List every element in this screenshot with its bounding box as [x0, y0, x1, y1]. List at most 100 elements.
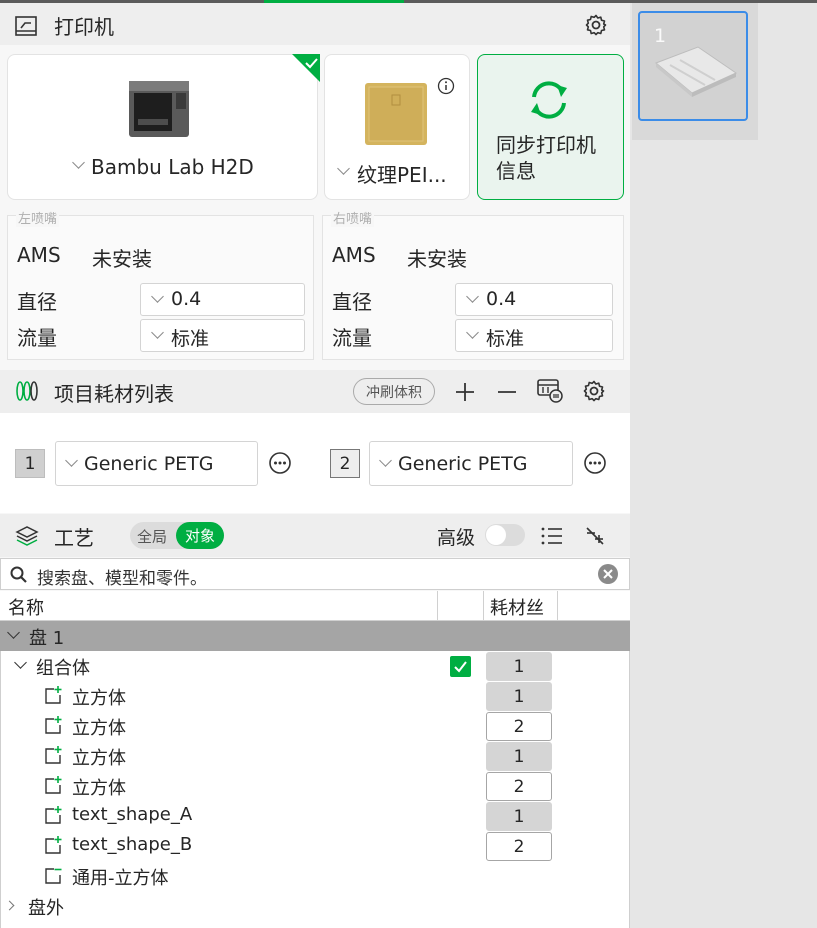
part-filament-cell[interactable]: 2: [486, 772, 552, 801]
tree-part-row[interactable]: 立方体 1: [0, 741, 630, 771]
tree-part-row[interactable]: 立方体 2: [0, 711, 630, 741]
filament-2-color-swatch[interactable]: 2: [330, 449, 360, 478]
visible-checkbox-icon[interactable]: [450, 656, 471, 677]
chevron-down-icon: [466, 290, 479, 303]
printer-section-title: 打印机: [54, 15, 114, 39]
right-nozzle-group: 右喷嘴 AMS 未安装 直径 0.4 流量 标准: [322, 208, 624, 360]
filament-2-select[interactable]: Generic PETG: [369, 441, 573, 486]
filament-1-name: Generic PETG: [84, 453, 214, 475]
chevron-down-icon: [466, 326, 479, 339]
plate-preview-icon: [655, 46, 738, 97]
chevron-down-icon: [151, 290, 164, 303]
left-flow-select[interactable]: 标准: [140, 319, 305, 352]
left-flow-value: 标准: [171, 328, 210, 350]
chevron-right-icon[interactable]: [4, 900, 15, 911]
process-section-header: 工艺 全局 对象 高级: [0, 514, 630, 557]
process-section-title: 工艺: [54, 526, 94, 550]
global-object-toggle[interactable]: 全局 对象: [130, 522, 224, 549]
chevron-down-icon: [65, 454, 78, 467]
filament-1-select[interactable]: Generic PETG: [55, 441, 258, 486]
printer-card[interactable]: Bambu Lab H2D: [7, 54, 320, 200]
remove-filament-minus-icon[interactable]: [496, 381, 518, 403]
compare-settings-icon[interactable]: [583, 524, 607, 548]
printer-dropdown-chevron-icon: [72, 156, 85, 169]
filament-index: 2: [513, 776, 525, 797]
right-nozzle-title: 右喷嘴: [331, 208, 375, 227]
chevron-down-icon[interactable]: [7, 626, 20, 639]
sync-icon: [531, 81, 567, 119]
clear-search-icon[interactable]: [597, 563, 619, 585]
search-icon: [10, 566, 27, 583]
filament-index: 2: [513, 716, 525, 737]
toggle-global-option[interactable]: 全局: [137, 526, 167, 547]
left-diameter-select[interactable]: 0.4: [140, 283, 305, 316]
filament-settings-gear-icon[interactable]: [582, 379, 606, 403]
toggle-object-option[interactable]: 对象: [176, 522, 224, 549]
tree-plate-row[interactable]: 盘 1: [0, 621, 630, 651]
right-flow-select[interactable]: 标准: [455, 319, 613, 352]
tree-modifier-row[interactable]: 通用-立方体: [0, 861, 630, 891]
printer-icon: [15, 16, 37, 36]
assembly-name: 组合体: [36, 658, 90, 679]
part-filament-cell[interactable]: 2: [486, 832, 552, 861]
filament-index: 1: [513, 656, 525, 677]
advanced-switch[interactable]: [485, 524, 525, 546]
part-add-icon: [45, 836, 62, 854]
filament-2-index: 2: [339, 453, 351, 474]
part-filament-cell[interactable]: 1: [486, 742, 552, 771]
right-ams-label: AMS: [332, 243, 376, 267]
left-diameter-label: 直径: [17, 290, 57, 314]
right-flow-value: 标准: [486, 328, 525, 350]
sync-printer-info-button[interactable]: 同步打印机 信息: [477, 54, 624, 200]
left-nozzle-title: 左喷嘴: [16, 208, 60, 227]
part-add-icon: [45, 686, 62, 704]
plate-thumbnail[interactable]: 1: [638, 11, 748, 121]
filament-1-more-icon[interactable]: [268, 451, 292, 475]
assembly-filament-cell[interactable]: 1: [486, 652, 552, 681]
right-diameter-label: 直径: [332, 290, 372, 314]
add-filament-plus-icon[interactable]: [454, 381, 476, 403]
tree-part-row[interactable]: text_shape_A 1: [0, 801, 630, 831]
list-view-icon[interactable]: [540, 525, 564, 547]
chevron-down-icon[interactable]: [14, 656, 27, 669]
plate-type-name: 纹理PEI...: [357, 163, 447, 187]
right-diameter-value: 0.4: [486, 288, 517, 310]
tree-assembly-row[interactable]: 组合体 1: [0, 651, 630, 681]
part-filament-cell[interactable]: 2: [486, 712, 552, 741]
plate-name: 盘 1: [29, 628, 65, 649]
column-divider: [483, 591, 484, 621]
filament-section-title: 项目耗材列表: [54, 382, 174, 406]
filament-index: 1: [513, 686, 525, 707]
printer-settings-gear-icon[interactable]: [584, 13, 608, 37]
part-add-icon: [45, 716, 62, 734]
tree-part-row[interactable]: 立方体 2: [0, 771, 630, 801]
plate-info-icon[interactable]: [437, 77, 455, 95]
column-divider: [437, 591, 438, 621]
part-filament-cell[interactable]: 1: [486, 802, 552, 831]
part-filament-cell[interactable]: 1: [486, 682, 552, 711]
object-search-box[interactable]: 搜索盘、模型和零件。: [0, 558, 630, 590]
filament-2-more-icon[interactable]: [583, 451, 607, 475]
ams-sync-icon[interactable]: [536, 378, 564, 404]
plate-image: [365, 83, 427, 145]
filament-1-index: 1: [24, 453, 36, 474]
part-add-icon: [45, 806, 62, 824]
filament-spool-icon: [16, 381, 38, 401]
part-name: 立方体: [72, 748, 126, 769]
filament-1-color-swatch[interactable]: 1: [15, 449, 45, 478]
tree-outside-plate-row[interactable]: 盘外: [0, 891, 630, 921]
part-add-icon: [45, 746, 62, 764]
sync-button-label-line1: 同步打印机: [496, 133, 596, 157]
filament-index: 1: [513, 806, 525, 827]
column-name-header[interactable]: 名称: [8, 594, 44, 620]
plate-type-card[interactable]: 纹理PEI...: [324, 54, 470, 200]
tree-part-row[interactable]: 立方体 1: [0, 681, 630, 711]
part-name: 立方体: [72, 778, 126, 799]
switch-knob: [486, 525, 506, 545]
column-filament-header[interactable]: 耗材丝: [490, 594, 544, 620]
flush-volume-button[interactable]: 冲刷体积: [353, 378, 435, 405]
right-diameter-select[interactable]: 0.4: [455, 283, 613, 316]
tree-part-row[interactable]: text_shape_B 2: [0, 831, 630, 861]
modifier-name: 通用-立方体: [72, 868, 169, 889]
tree-header: 名称 耗材丝: [0, 591, 630, 621]
